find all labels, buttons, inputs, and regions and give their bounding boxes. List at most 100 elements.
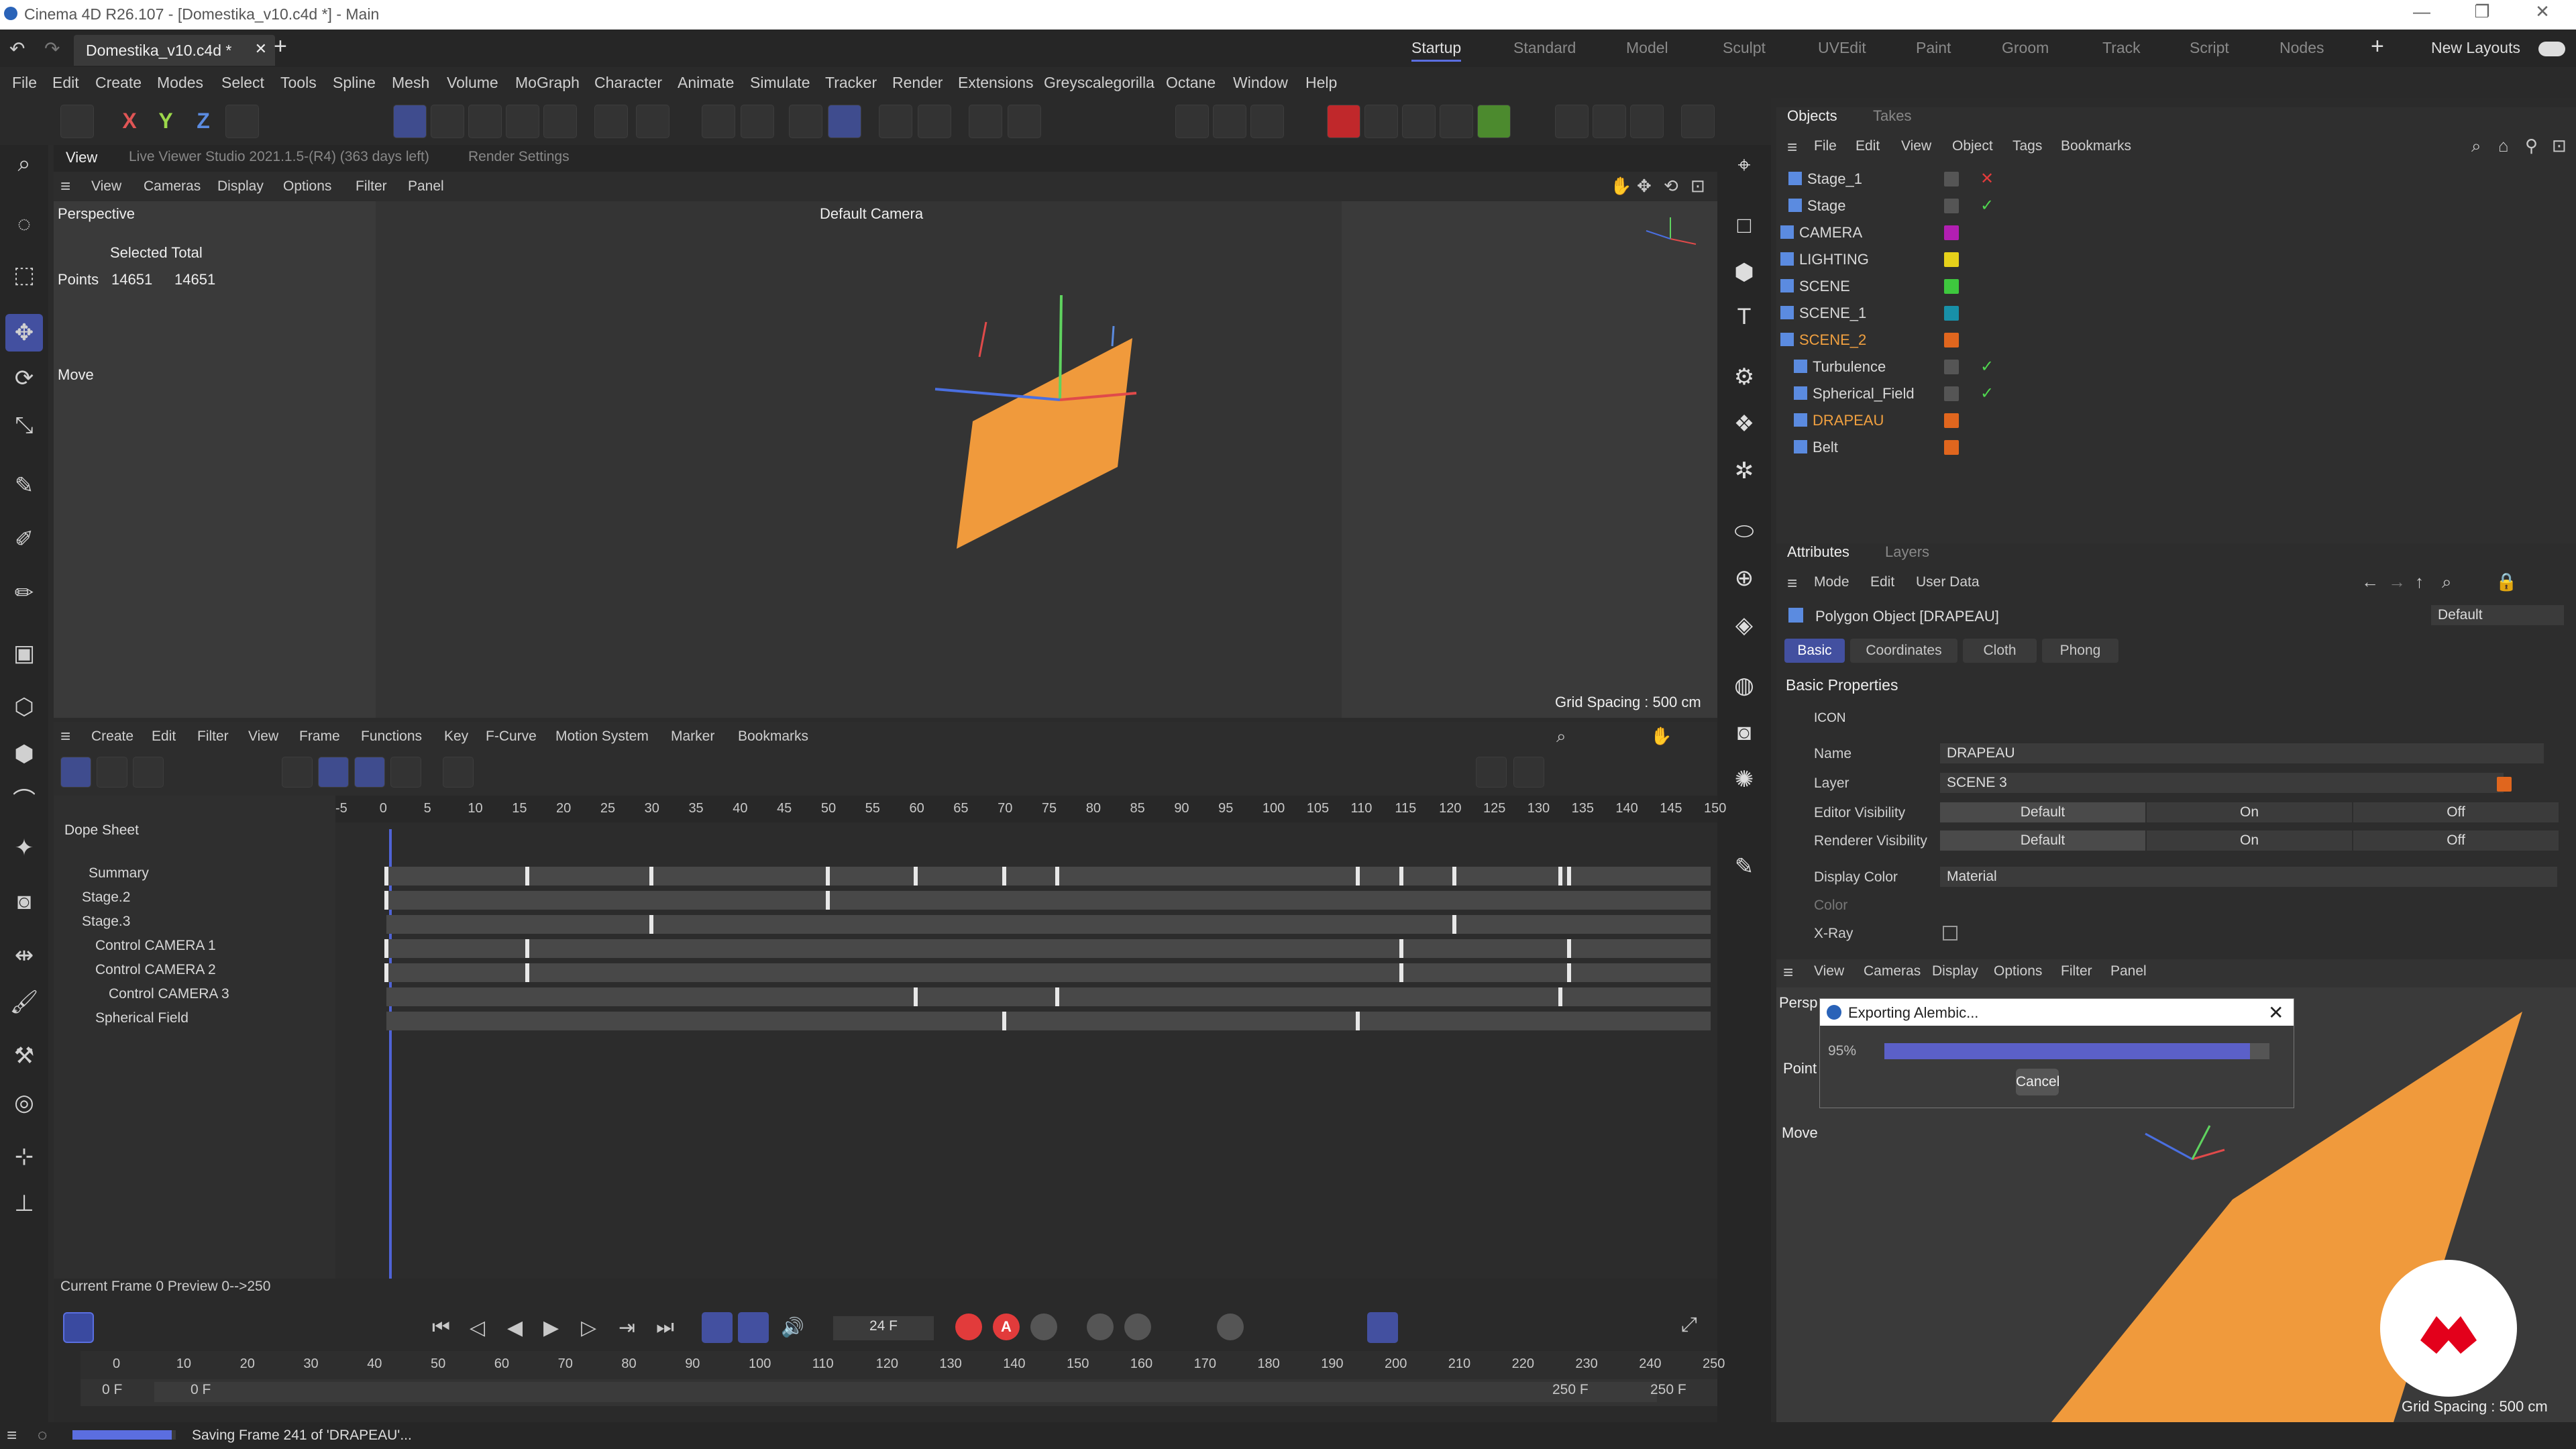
live-selection-icon[interactable]: ◌ — [5, 205, 43, 243]
pan-icon[interactable]: ✋ — [1610, 176, 1631, 197]
menu-render[interactable]: Render — [892, 74, 943, 92]
keyframe[interactable] — [384, 939, 388, 958]
object-name[interactable]: CAMERA — [1799, 224, 1862, 241]
weld-icon[interactable]: ⚒ — [5, 1037, 43, 1075]
mirror-icon[interactable]: ⇹ — [5, 936, 43, 974]
layout-tab-model[interactable]: Model — [1626, 39, 1668, 57]
object-row[interactable]: DRAPEAU — [1776, 408, 2576, 433]
keyframe[interactable] — [525, 867, 530, 885]
sphere-icon[interactable] — [1364, 105, 1398, 138]
object-color-swatch[interactable] — [1944, 333, 1959, 347]
y-axis-handle[interactable] — [1059, 294, 1063, 400]
show-user-icon[interactable] — [390, 757, 421, 788]
preset-dropdown[interactable]: Default — [2431, 605, 2564, 625]
dope-menu-edit[interactable]: Edit — [152, 729, 176, 745]
menu-select[interactable]: Select — [221, 74, 264, 92]
obj-menu-tags[interactable]: Tags — [2012, 138, 2042, 154]
dope-menu-create[interactable]: Create — [91, 729, 133, 745]
go-to-start-icon[interactable]: ⏮ — [432, 1316, 450, 1339]
object-row[interactable]: Belt — [1776, 435, 2576, 460]
enabled-check-icon[interactable]: ✓ — [1980, 196, 1994, 215]
dope-mode-icon[interactable] — [60, 757, 91, 788]
previous-key-icon[interactable]: ◁ — [470, 1316, 485, 1340]
redo-icon[interactable]: ↷ — [44, 38, 60, 60]
menu-simulate[interactable]: Simulate — [750, 74, 810, 92]
vp2-menu-filter[interactable]: Filter — [2061, 963, 2092, 979]
object-name[interactable]: Stage_1 — [1807, 170, 1862, 188]
renderer-visibility-on[interactable]: On — [2147, 830, 2352, 851]
vp2-menu-panel[interactable]: Panel — [2110, 963, 2147, 979]
keyframe[interactable] — [1355, 1012, 1360, 1030]
next-key-icon[interactable]: ⇥ — [619, 1316, 635, 1340]
menu-spline[interactable]: Spline — [333, 74, 376, 92]
forward-icon[interactable]: → — [2388, 572, 2406, 592]
keyframe[interactable] — [914, 867, 918, 885]
keyframe[interactable] — [649, 915, 653, 934]
render-settings-icon[interactable] — [1630, 105, 1664, 138]
keyframe[interactable] — [1558, 867, 1563, 885]
move-tool-icon[interactable]: ✥ — [5, 314, 43, 352]
start-frame-a[interactable]: 0 F — [102, 1382, 122, 1398]
maximize-icon[interactable]: ❐ — [2462, 1, 2502, 28]
vp2-menu-options[interactable]: Options — [1994, 963, 2042, 979]
layout-toggle[interactable] — [2538, 42, 2565, 56]
obj-menu-file[interactable]: File — [1814, 138, 1837, 154]
menu-tools[interactable]: Tools — [280, 74, 317, 92]
attributes-hamburger-icon[interactable]: ≡ — [1787, 573, 1797, 594]
volume-icon[interactable]: 🔊 — [781, 1316, 804, 1338]
dope-pan-icon[interactable]: ✋ — [1650, 726, 1672, 747]
scale-tool-icon[interactable]: ⤡ — [5, 407, 43, 444]
renderer-visibility-default[interactable]: Default — [1940, 830, 2145, 851]
viewport-tab[interactable]: View — [66, 149, 97, 166]
menu-window[interactable]: Window — [1233, 74, 1288, 92]
menu-mesh[interactable]: Mesh — [392, 74, 429, 92]
move-keys-icon[interactable] — [443, 757, 474, 788]
object-color-swatch[interactable] — [1944, 306, 1959, 321]
hierarchy-icon[interactable] — [318, 757, 349, 788]
flag-plane-gizmo[interactable] — [919, 282, 1147, 564]
go-to-end-icon[interactable]: ⏭ — [656, 1316, 674, 1339]
object-name[interactable]: Spherical_Field — [1813, 385, 1915, 402]
object-row[interactable]: LIGHTING — [1776, 247, 2576, 272]
objects-search-icon[interactable]: ⌕ — [2471, 136, 2481, 157]
dope-tree-item[interactable]: Control CAMERA 2 — [95, 962, 216, 978]
play-icon[interactable]: ▶ — [543, 1316, 559, 1340]
dope-menu-key[interactable]: Key — [444, 729, 468, 745]
fcurve-mode-icon[interactable] — [97, 757, 127, 788]
dialog-close-icon[interactable]: ✕ — [2268, 1002, 2284, 1024]
spline-sketch-icon[interactable]: ✏ — [5, 574, 43, 612]
object-color-swatch[interactable] — [1944, 199, 1959, 213]
keyframe[interactable] — [1558, 987, 1563, 1006]
search-icon[interactable]: ⌕ — [5, 145, 43, 182]
gorilla-icon[interactable] — [1477, 105, 1511, 138]
dope-track-row[interactable] — [386, 915, 1711, 934]
keyframe[interactable] — [384, 867, 388, 885]
obj-menu-edit[interactable]: Edit — [1856, 138, 1880, 154]
grid-snap-icon[interactable] — [828, 105, 861, 138]
dope-menu-marker[interactable]: Marker — [671, 729, 714, 745]
dope-menu-filter[interactable]: Filter — [197, 729, 229, 745]
vp-menu-cameras[interactable]: Cameras — [144, 178, 201, 195]
auto-mode-icon[interactable] — [354, 757, 385, 788]
keyframe[interactable] — [525, 963, 530, 982]
rotate-tool-icon[interactable]: ⟳ — [5, 360, 43, 397]
axis-mode-icon[interactable] — [594, 105, 628, 138]
object-row[interactable]: Stage_1 ✕ — [1776, 166, 2576, 192]
new-tab-icon[interactable]: + — [274, 34, 287, 60]
x-axis-lock-icon[interactable]: X — [113, 109, 146, 133]
spline-pen-icon[interactable]: ✎ — [5, 467, 43, 504]
symmetry-icon[interactable] — [918, 105, 951, 138]
camera-label[interactable]: Default Camera — [820, 205, 923, 223]
layout-tab-paint[interactable]: Paint — [1916, 39, 1951, 57]
cube-primitive-icon[interactable]: □ — [1724, 205, 1764, 246]
object-row[interactable]: CAMERA — [1776, 220, 2576, 246]
renderer-visibility-off[interactable]: Off — [2353, 830, 2559, 851]
layout-tab-nodes[interactable]: Nodes — [2279, 39, 2324, 57]
timeline-expand-icon[interactable]: ⤢ — [1681, 1313, 1697, 1336]
object-name[interactable]: LIGHTING — [1799, 251, 1869, 268]
minimize-icon[interactable]: — — [2402, 1, 2442, 28]
dope-sheet-tracks[interactable]: -5 0 5 10 15 20 25 30 35 40 45 50 55 60 65 70 75 80 85 90 95… — [335, 796, 1726, 1299]
object-name[interactable]: Stage — [1807, 197, 1846, 215]
keyframe[interactable] — [1355, 867, 1360, 885]
orbit-icon[interactable]: ⟲ — [1664, 176, 1678, 197]
